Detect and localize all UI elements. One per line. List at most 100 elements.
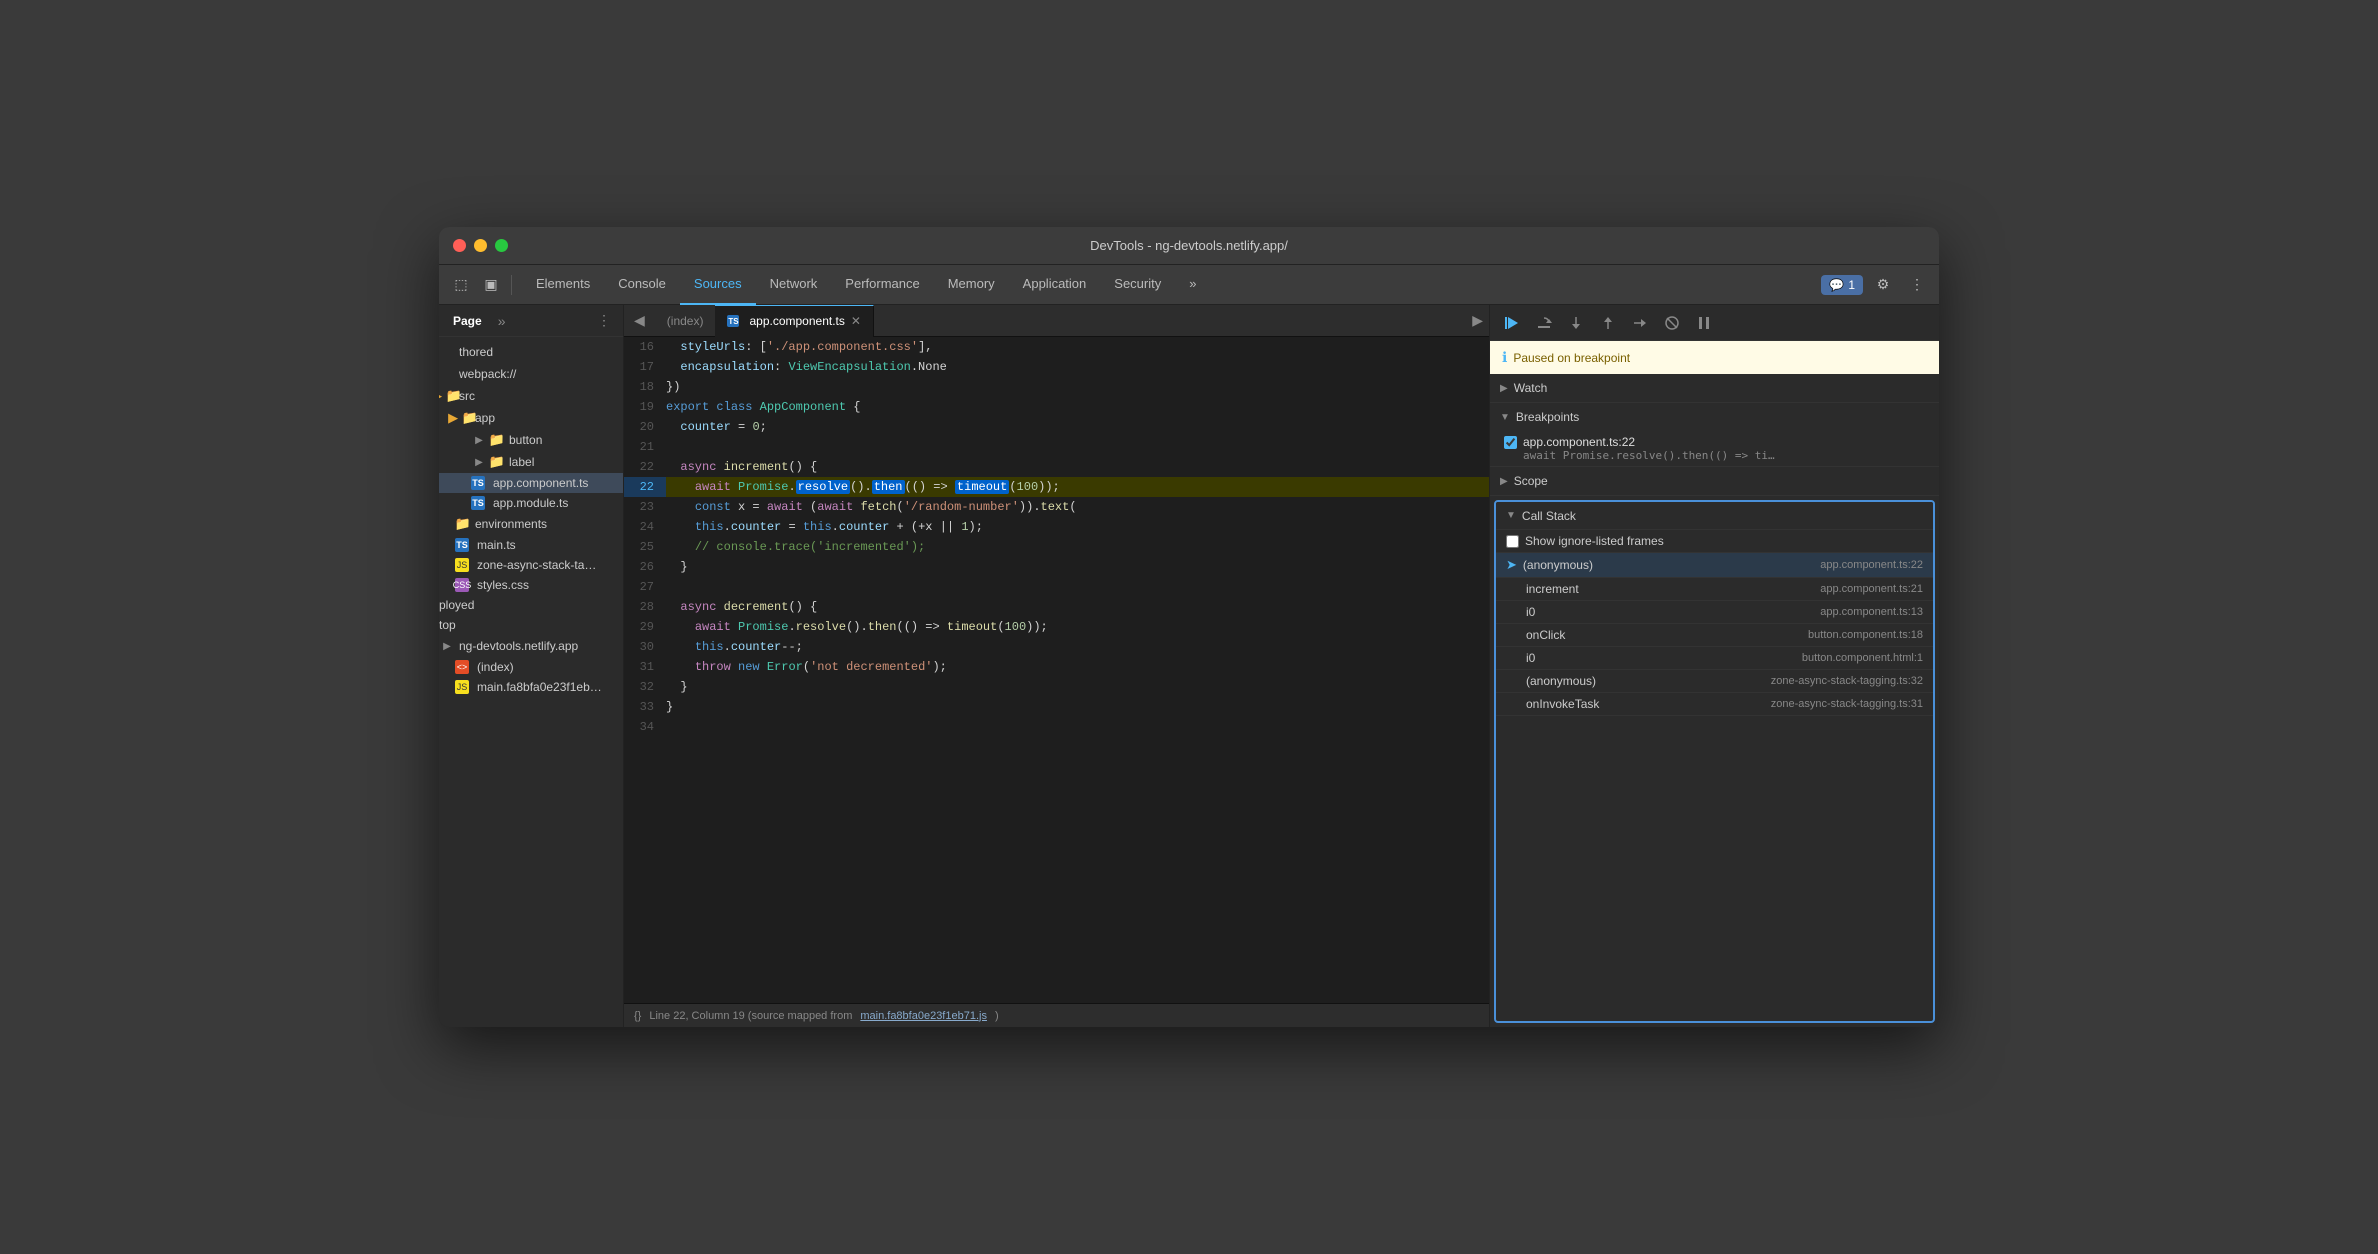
- maximize-button[interactable]: [495, 239, 508, 252]
- file-label: label: [509, 455, 534, 469]
- list-item[interactable]: ▶ 📁 button: [439, 429, 623, 451]
- text-icon: [439, 366, 455, 382]
- stack-frame-5[interactable]: (anonymous) zone-async-stack-tagging.ts:…: [1496, 670, 1933, 693]
- list-item[interactable]: thored: [439, 341, 623, 363]
- breakpoints-section: ▼ Breakpoints app.component.ts:22 await …: [1490, 403, 1939, 467]
- stack-frame-6[interactable]: onInvokeTask zone-async-stack-tagging.ts…: [1496, 693, 1933, 716]
- stack-frame-4[interactable]: i0 button.component.html:1: [1496, 647, 1933, 670]
- tab-more[interactable]: »: [1175, 265, 1210, 305]
- list-item[interactable]: webpack://: [439, 363, 623, 385]
- close-button[interactable]: [453, 239, 466, 252]
- tab-application[interactable]: Application: [1009, 265, 1101, 305]
- stack-frame-2[interactable]: i0 app.component.ts:13: [1496, 601, 1933, 624]
- editor-tab-app-component[interactable]: TS app.component.ts ✕: [715, 305, 873, 337]
- minimize-button[interactable]: [474, 239, 487, 252]
- breakpoint-checkbox[interactable]: [1504, 436, 1517, 449]
- list-item[interactable]: ployed: [439, 595, 623, 615]
- list-item[interactable]: CSS styles.css: [439, 575, 623, 595]
- breakpoints-header[interactable]: ▼ Breakpoints: [1490, 403, 1939, 431]
- tab-elements[interactable]: Elements: [522, 265, 604, 305]
- code-editor[interactable]: 16 styleUrls: ['./app.component.css'], 1…: [624, 337, 1489, 1003]
- chevron-right-icon: ▶: [471, 432, 487, 448]
- device-icon-btn[interactable]: ▣: [477, 271, 505, 299]
- stack-fn-1: increment: [1526, 582, 1820, 596]
- ts-file-icon: TS: [727, 315, 739, 327]
- scope-label: Scope: [1514, 474, 1548, 488]
- stack-fn-4: i0: [1526, 651, 1802, 665]
- list-item[interactable]: ▶ ng-devtools.netlify.app: [439, 635, 623, 657]
- current-frame-arrow: ➤: [1506, 557, 1517, 573]
- file-label: thored: [459, 345, 493, 359]
- code-line-25: 24 this.counter = this.counter + (+x || …: [624, 517, 1489, 537]
- cursor-icon-btn[interactable]: ⬚: [447, 271, 475, 299]
- tab-sources[interactable]: Sources: [680, 265, 756, 305]
- traffic-lights: [439, 239, 508, 252]
- tab-performance[interactable]: Performance: [831, 265, 933, 305]
- call-stack-header[interactable]: ▼ Call Stack: [1496, 502, 1933, 530]
- stack-frame-3[interactable]: onClick button.component.ts:18: [1496, 624, 1933, 647]
- watch-section: ▶ Watch: [1490, 374, 1939, 403]
- sidebar-menu-btn[interactable]: ⋮: [593, 310, 615, 331]
- step-icon: [1632, 315, 1648, 331]
- sidebar-tab-page[interactable]: Page: [447, 310, 488, 332]
- code-line-35: 34: [624, 717, 1489, 737]
- code-line-31: 30 this.counter--;: [624, 637, 1489, 657]
- stack-frame-0[interactable]: ➤ (anonymous) app.component.ts:22: [1496, 553, 1933, 578]
- file-label: ng-devtools.netlify.app: [459, 639, 578, 653]
- list-item[interactable]: ▶ 📁 label: [439, 451, 623, 473]
- breakpoint-title: app.component.ts:22: [1523, 435, 1929, 449]
- messages-badge[interactable]: 💬 1: [1821, 275, 1863, 295]
- code-line-19: 19 export class AppComponent {: [624, 397, 1489, 417]
- stack-file-6: zone-async-stack-tagging.ts:31: [1771, 698, 1923, 710]
- nav-back-button[interactable]: ◀: [630, 310, 649, 331]
- list-item[interactable]: <> (index): [439, 657, 623, 677]
- list-item[interactable]: ▶ 📁 src: [439, 385, 623, 407]
- scope-header[interactable]: ▶ Scope: [1490, 467, 1939, 495]
- editor-tab-close[interactable]: ✕: [851, 314, 861, 328]
- ignore-frames-checkbox[interactable]: [1506, 535, 1519, 548]
- code-editor-area: ◀ (index) TS app.component.ts ✕ ▶ 16 sty…: [624, 305, 1489, 1027]
- tab-network[interactable]: Network: [756, 265, 832, 305]
- debug-toolbar: [1490, 305, 1939, 341]
- list-item[interactable]: TS main.ts: [439, 535, 623, 555]
- breakpoint-notice-text: Paused on breakpoint: [1513, 351, 1630, 365]
- list-item[interactable]: ▶ 📁 app: [439, 407, 623, 429]
- editor-tab-index[interactable]: (index): [655, 305, 716, 336]
- file-label: styles.css: [477, 578, 529, 592]
- code-line-22: 22 async increment() {: [624, 457, 1489, 477]
- list-item[interactable]: top: [439, 615, 623, 635]
- list-item[interactable]: 📁 environments: [439, 513, 623, 535]
- pause-on-exceptions-button[interactable]: [1690, 309, 1718, 337]
- stack-file-5: zone-async-stack-tagging.ts:32: [1771, 675, 1923, 687]
- sidebar-more-btn[interactable]: »: [494, 311, 510, 331]
- list-item[interactable]: JS zone-async-stack-ta…: [439, 555, 623, 575]
- step-into-icon: [1568, 315, 1584, 331]
- tab-memory[interactable]: Memory: [934, 265, 1009, 305]
- step-into-button[interactable]: [1562, 309, 1590, 337]
- step-out-button[interactable]: [1594, 309, 1622, 337]
- file-tree: thored webpack:// ▶ 📁 src ▶ 📁 app: [439, 337, 623, 1027]
- more-menu-button[interactable]: ⋮: [1903, 271, 1931, 299]
- editor-tab-end-btn[interactable]: ▶: [1472, 312, 1483, 329]
- list-item[interactable]: JS main.fa8bfa0e23f1eb…: [439, 677, 623, 697]
- list-item-app-component[interactable]: TS app.component.ts: [439, 473, 623, 493]
- sidebar-header: Page » ⋮: [439, 305, 623, 337]
- settings-button[interactable]: ⚙: [1869, 271, 1897, 299]
- step-button[interactable]: [1626, 309, 1654, 337]
- tab-console[interactable]: Console: [604, 265, 680, 305]
- step-over-button[interactable]: [1530, 309, 1558, 337]
- resume-button[interactable]: [1498, 309, 1526, 337]
- code-line-29: 28 async decrement() {: [624, 597, 1489, 617]
- status-link[interactable]: main.fa8bfa0e23f1eb71.js: [860, 1010, 987, 1022]
- code-line-27: 26 }: [624, 557, 1489, 577]
- code-line-34: 33 }: [624, 697, 1489, 717]
- stack-frame-1[interactable]: increment app.component.ts:21: [1496, 578, 1933, 601]
- devtools-window: DevTools - ng-devtools.netlify.app/ ⬚ ▣ …: [439, 227, 1939, 1027]
- deactivate-breakpoints-button[interactable]: [1658, 309, 1686, 337]
- step-over-icon: [1536, 315, 1552, 331]
- watch-header[interactable]: ▶ Watch: [1490, 374, 1939, 402]
- tab-security[interactable]: Security: [1100, 265, 1175, 305]
- main-toolbar: ⬚ ▣ Elements Console Sources Network Per…: [439, 265, 1939, 305]
- file-label: webpack://: [459, 367, 516, 381]
- list-item[interactable]: TS app.module.ts: [439, 493, 623, 513]
